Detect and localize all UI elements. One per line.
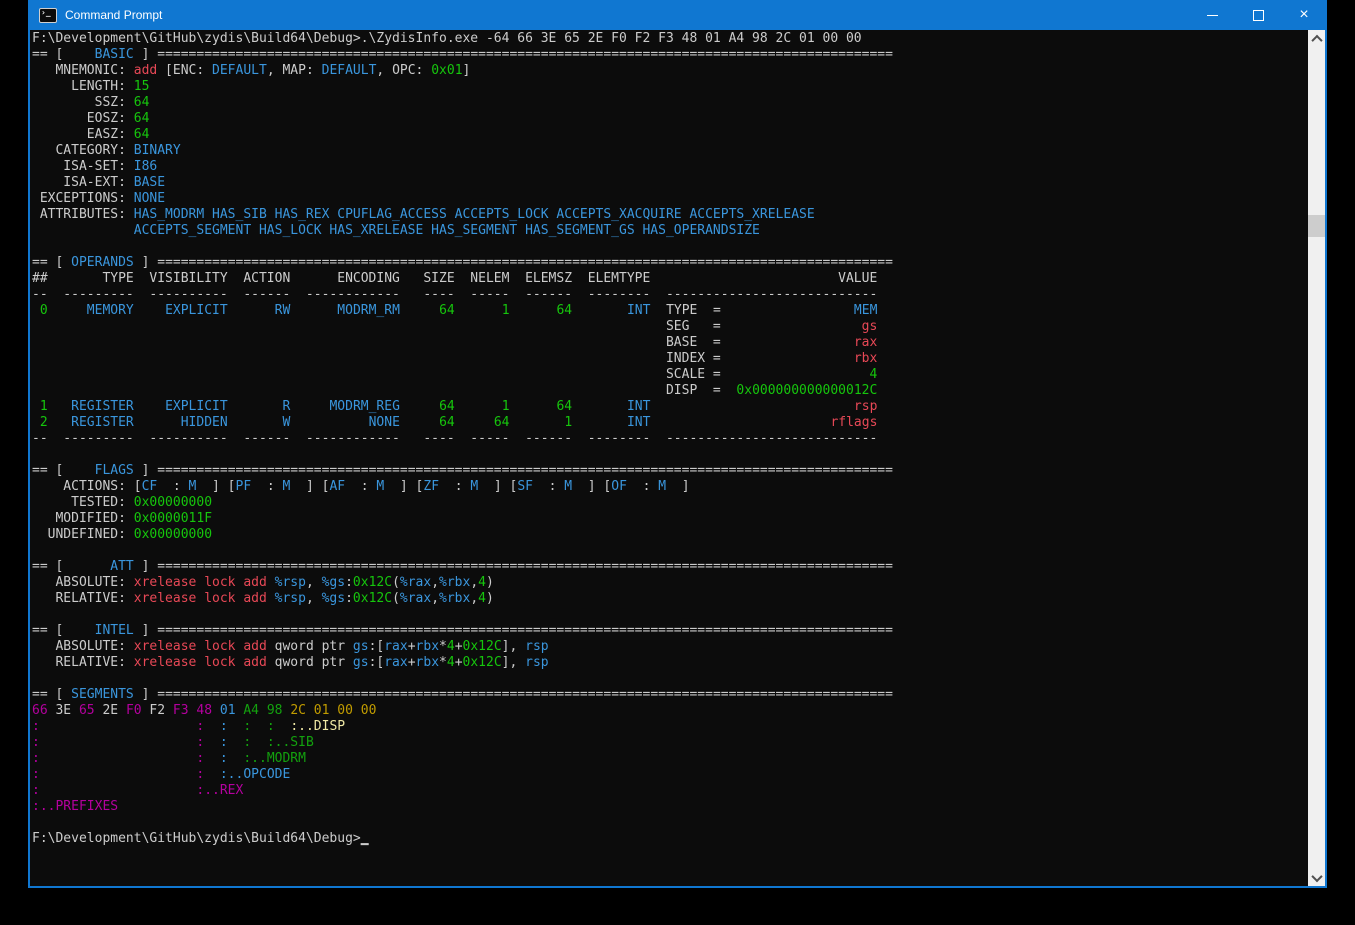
terminal-line: ABSOLUTE: xrelease lock add %rsp, %gs:0x… xyxy=(32,575,1308,591)
text-cursor: ▁ xyxy=(361,831,369,846)
terminal-line: -- --------- ---------- ------ ---------… xyxy=(32,431,1308,447)
terminal-line: ISA-SET: I86 xyxy=(32,159,1308,175)
terminal-line: EASZ: 64 xyxy=(32,127,1308,143)
terminal-line: DISP = 0x000000000000012C xyxy=(32,383,1308,399)
terminal-line: SSZ: 64 xyxy=(32,95,1308,111)
terminal-line xyxy=(32,671,1308,687)
terminal-line: == [ ATT ] =============================… xyxy=(32,559,1308,575)
terminal-line: EOSZ: 64 xyxy=(32,111,1308,127)
terminal-line: == [ SEGMENTS ] ========================… xyxy=(32,687,1308,703)
terminal-line: 0 MEMORY EXPLICIT RW MODRM_RM 64 1 64 IN… xyxy=(32,303,1308,319)
terminal-line: INDEX = rbx xyxy=(32,351,1308,367)
terminal-line: SCALE = 4 xyxy=(32,367,1308,383)
terminal-line: :..PREFIXES xyxy=(32,799,1308,815)
close-button[interactable]: × xyxy=(1281,0,1327,30)
terminal-line: == [ BASIC ] ===========================… xyxy=(32,47,1308,63)
terminal-line: == [ OPERANDS ] ========================… xyxy=(32,255,1308,271)
terminal-line: RELATIVE: xrelease lock add qword ptr gs… xyxy=(32,655,1308,671)
terminal-line: : : :..OPCODE xyxy=(32,767,1308,783)
scroll-down-icon xyxy=(1311,870,1322,881)
terminal-line: MODIFIED: 0x0000011F xyxy=(32,511,1308,527)
terminal-line: EXCEPTIONS: NONE xyxy=(32,191,1308,207)
terminal-line xyxy=(32,543,1308,559)
terminal-line: : : : : :..SIB xyxy=(32,735,1308,751)
terminal-line: ## TYPE VISIBILITY ACTION ENCODING SIZE … xyxy=(32,271,1308,287)
terminal-line: : : : : : :..DISP xyxy=(32,719,1308,735)
terminal-line: UNDEFINED: 0x00000000 xyxy=(32,527,1308,543)
title-bar: Command Prompt × xyxy=(28,0,1327,30)
window-title: Command Prompt xyxy=(65,8,162,22)
terminal-line: ACCEPTS_SEGMENT HAS_LOCK HAS_XRELEASE HA… xyxy=(32,223,1308,239)
terminal-line: LENGTH: 15 xyxy=(32,79,1308,95)
terminal-line: 2 REGISTER HIDDEN W NONE 64 64 1 INT rfl… xyxy=(32,415,1308,431)
terminal-line: : : : :..MODRM xyxy=(32,751,1308,767)
scroll-up-icon xyxy=(1311,34,1322,45)
terminal-line: ABSOLUTE: xrelease lock add qword ptr gs… xyxy=(32,639,1308,655)
terminal-line: F:\Development\GitHub\zydis\Build64\Debu… xyxy=(32,831,1308,847)
terminal-line: == [ INTEL ] ===========================… xyxy=(32,623,1308,639)
minimize-icon xyxy=(1207,15,1218,16)
scrollbar[interactable] xyxy=(1308,30,1325,886)
terminal-line: == [ FLAGS ] ===========================… xyxy=(32,463,1308,479)
scroll-up-button[interactable] xyxy=(1308,30,1325,47)
cmd-prompt-icon xyxy=(39,8,57,23)
close-icon: × xyxy=(1299,7,1308,23)
terminal-line: CATEGORY: BINARY xyxy=(32,143,1308,159)
terminal-line: RELATIVE: xrelease lock add %rsp, %gs:0x… xyxy=(32,591,1308,607)
scroll-down-button[interactable] xyxy=(1308,869,1325,886)
terminal-line: BASE = rax xyxy=(32,335,1308,351)
terminal-line xyxy=(32,815,1308,831)
terminal-line: MNEMONIC: add [ENC: DEFAULT, MAP: DEFAUL… xyxy=(32,63,1308,79)
maximize-icon xyxy=(1253,10,1264,21)
minimize-button[interactable] xyxy=(1189,0,1235,30)
terminal-line xyxy=(32,607,1308,623)
terminal-line xyxy=(32,239,1308,255)
window-controls: × xyxy=(1189,0,1327,30)
maximize-button[interactable] xyxy=(1235,0,1281,30)
terminal-line: ACTIONS: [CF : M ] [PF : M ] [AF : M ] [… xyxy=(32,479,1308,495)
terminal-line: 1 REGISTER EXPLICIT R MODRM_REG 64 1 64 … xyxy=(32,399,1308,415)
scrollbar-thumb[interactable] xyxy=(1308,215,1325,237)
terminal-line: TESTED: 0x00000000 xyxy=(32,495,1308,511)
terminal-line: -- --------- ---------- ------ ---------… xyxy=(32,287,1308,303)
terminal-line: SEG = gs xyxy=(32,319,1308,335)
terminal-output[interactable]: F:\Development\GitHub\zydis\Build64\Debu… xyxy=(30,30,1308,886)
terminal-line: : :..REX xyxy=(32,783,1308,799)
terminal-line: ATTRIBUTES: HAS_MODRM HAS_SIB HAS_REX CP… xyxy=(32,207,1308,223)
cmd-window: Command Prompt × F:\Development\GitHub\z… xyxy=(28,30,1327,888)
terminal-line: F:\Development\GitHub\zydis\Build64\Debu… xyxy=(32,31,1308,47)
terminal-line xyxy=(32,447,1308,463)
terminal-line: ISA-EXT: BASE xyxy=(32,175,1308,191)
terminal-line: 66 3E 65 2E F0 F2 F3 48 01 A4 98 2C 01 0… xyxy=(32,703,1308,719)
